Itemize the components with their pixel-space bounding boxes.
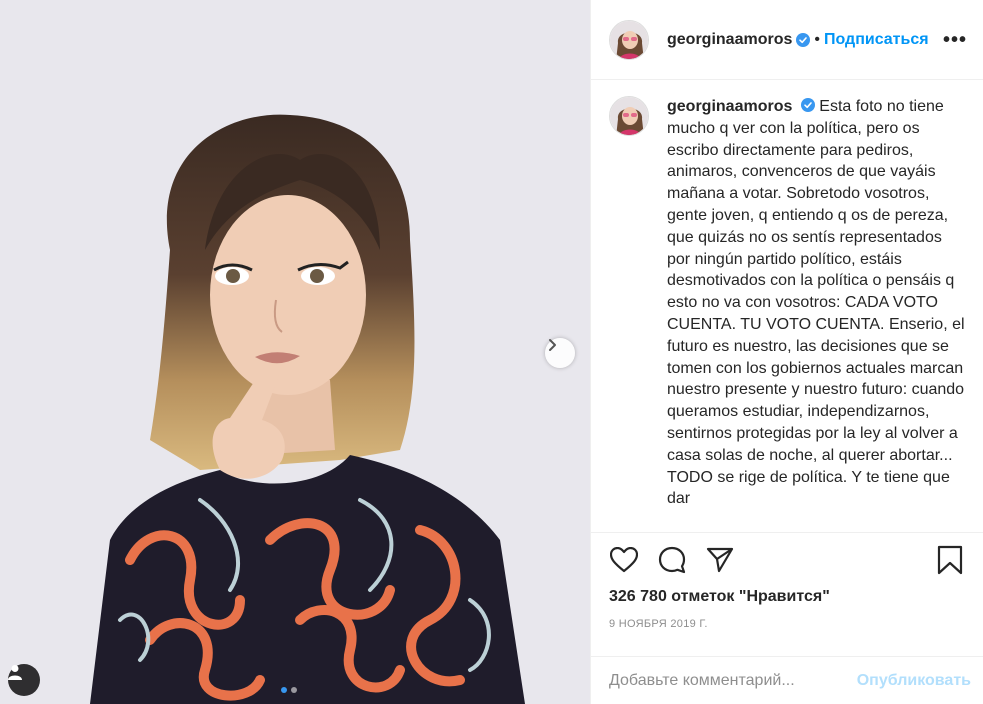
comment-button[interactable] bbox=[657, 545, 687, 575]
like-button[interactable] bbox=[609, 545, 639, 575]
caption: georginaamoros Esta foto no tiene mucho … bbox=[667, 96, 967, 532]
avatar-image bbox=[610, 20, 648, 59]
post-date[interactable]: 9 НОЯБРЯ 2019 Г. bbox=[609, 618, 708, 630]
heart-icon bbox=[610, 547, 638, 573]
header-username[interactable]: georginaamoros bbox=[667, 31, 792, 49]
action-bar bbox=[591, 532, 983, 587]
follow-button[interactable]: Подписаться bbox=[824, 31, 929, 49]
post-header: georginaamoros • Подписаться ••• bbox=[591, 0, 983, 80]
more-icon: ••• bbox=[942, 28, 967, 51]
carousel-indicator bbox=[281, 687, 297, 693]
chevron-right-icon bbox=[549, 339, 556, 351]
verified-badge-icon bbox=[796, 32, 811, 47]
caption-area: georginaamoros Esta foto no tiene mucho … bbox=[609, 96, 967, 532]
caption-username[interactable]: georginaamoros bbox=[667, 98, 792, 115]
share-icon bbox=[706, 547, 734, 573]
comment-icon bbox=[658, 546, 686, 574]
portrait-image bbox=[0, 0, 590, 704]
next-slide-button[interactable] bbox=[545, 338, 575, 368]
caption-body: Esta foto no tiene mucho q ver con la po… bbox=[667, 98, 965, 508]
comment-input[interactable] bbox=[609, 671, 839, 690]
more-options-button[interactable]: ••• bbox=[943, 30, 967, 50]
post-photo[interactable] bbox=[0, 0, 590, 704]
bookmark-icon bbox=[937, 545, 963, 575]
avatar-image bbox=[610, 97, 648, 135]
post-side-panel: georginaamoros • Подписаться ••• georgin… bbox=[590, 0, 983, 704]
save-button[interactable] bbox=[935, 545, 965, 575]
separator: • bbox=[814, 30, 820, 48]
verified-badge-icon bbox=[800, 98, 815, 112]
user-tag-icon bbox=[8, 665, 22, 680]
likes-count[interactable]: 326 780 отметок "Нравится" bbox=[609, 588, 830, 606]
carousel-dot bbox=[291, 687, 297, 693]
user-tag-button[interactable] bbox=[8, 664, 40, 696]
publish-button[interactable]: Опубликовать bbox=[857, 672, 971, 690]
comment-bar: Опубликовать bbox=[591, 656, 983, 704]
caption-avatar[interactable] bbox=[609, 96, 649, 136]
carousel-dot bbox=[281, 687, 287, 693]
share-button[interactable] bbox=[705, 545, 735, 575]
avatar[interactable] bbox=[609, 19, 649, 60]
